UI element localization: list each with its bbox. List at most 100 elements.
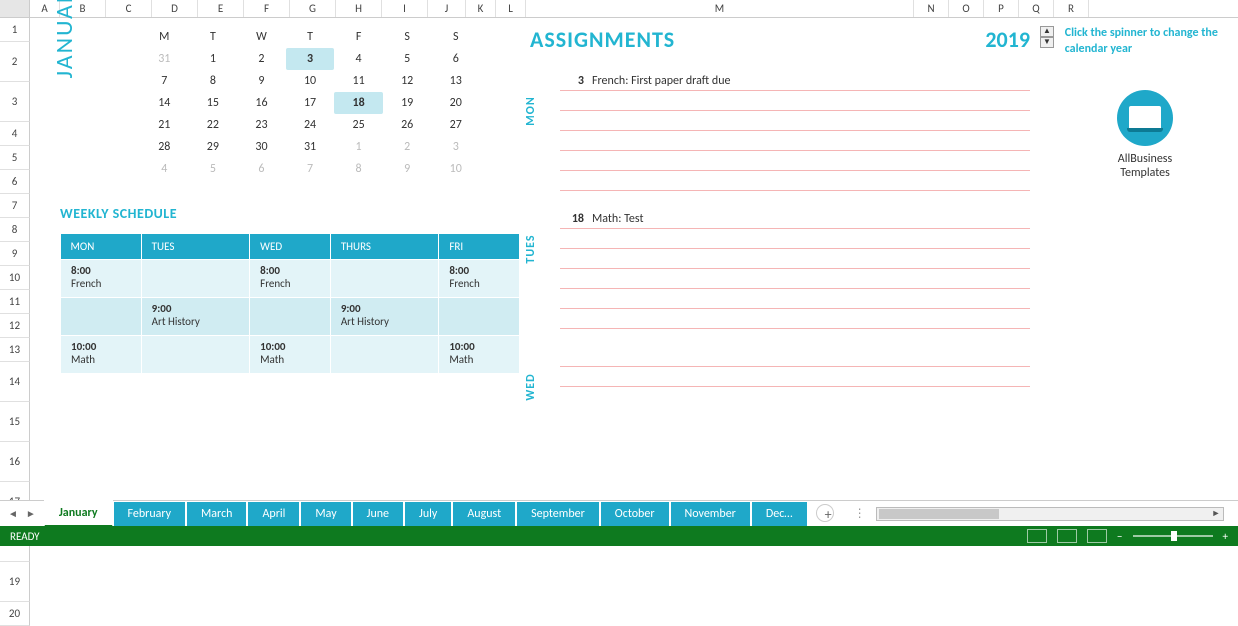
calendar-day[interactable]: 3 xyxy=(286,48,335,70)
column-header[interactable]: R xyxy=(1054,0,1089,17)
calendar-day[interactable]: 9 xyxy=(383,158,432,180)
row-header[interactable]: 5 xyxy=(0,146,30,170)
row-header[interactable]: 6 xyxy=(0,170,30,194)
ws-cell[interactable] xyxy=(250,298,331,336)
calendar-day[interactable]: 2 xyxy=(237,48,286,70)
column-header[interactable]: J xyxy=(428,0,466,17)
calendar-day[interactable]: 31 xyxy=(140,48,189,70)
calendar-day[interactable]: 8 xyxy=(334,158,383,180)
column-header[interactable]: I xyxy=(382,0,428,17)
ws-cell[interactable] xyxy=(330,260,439,298)
row-header[interactable]: 8 xyxy=(0,218,30,242)
zoom-in-icon[interactable]: + xyxy=(1223,530,1228,543)
ws-cell[interactable]: 9:00Art History xyxy=(330,298,439,336)
column-header[interactable]: H xyxy=(336,0,382,17)
row-header[interactable]: 10 xyxy=(0,266,30,290)
assignment-line[interactable] xyxy=(560,171,1030,191)
column-header[interactable]: N xyxy=(914,0,949,17)
tab-nav-buttons[interactable]: ◄ ► xyxy=(0,501,44,526)
add-sheet-button[interactable]: + xyxy=(816,504,834,522)
row-header[interactable]: 16 xyxy=(0,442,30,482)
calendar-day[interactable]: 17 xyxy=(286,92,335,114)
sheet-tab[interactable]: Dec… xyxy=(751,501,808,527)
sheet-tab[interactable]: July xyxy=(404,501,452,527)
calendar-day[interactable]: 14 xyxy=(140,92,189,114)
calendar-day[interactable]: 7 xyxy=(140,70,189,92)
column-header[interactable]: F xyxy=(244,0,290,17)
calendar-day[interactable]: 30 xyxy=(237,136,286,158)
ws-cell[interactable] xyxy=(330,336,439,374)
assignment-line[interactable]: 3French: First paper draft due xyxy=(560,71,1030,91)
assignment-line[interactable] xyxy=(560,309,1030,329)
ws-cell[interactable]: 8:00French xyxy=(61,260,142,298)
sheet-tab[interactable]: November xyxy=(670,501,751,527)
row-header[interactable]: 4 xyxy=(0,122,30,146)
assignment-line[interactable] xyxy=(560,367,1030,387)
sheet-tab[interactable]: June xyxy=(352,501,404,527)
ws-cell[interactable]: 9:00Art History xyxy=(141,298,250,336)
calendar-day[interactable]: 3 xyxy=(431,136,480,158)
calendar-day[interactable]: 31 xyxy=(286,136,335,158)
row-header[interactable]: 9 xyxy=(0,242,30,266)
row-header[interactable]: 7 xyxy=(0,194,30,218)
sheet-tab[interactable]: May xyxy=(300,501,351,527)
calendar-day[interactable]: 4 xyxy=(334,48,383,70)
calendar-day[interactable]: 4 xyxy=(140,158,189,180)
column-header[interactable]: O xyxy=(949,0,984,17)
assignment-line[interactable] xyxy=(560,131,1030,151)
calendar-day[interactable]: 22 xyxy=(189,114,238,136)
calendar-day[interactable]: 9 xyxy=(237,70,286,92)
ws-cell[interactable] xyxy=(61,298,142,336)
sheet-tab[interactable]: October xyxy=(600,501,670,527)
calendar-day[interactable]: 10 xyxy=(431,158,480,180)
assignment-line[interactable] xyxy=(560,347,1030,367)
spinner-down-icon[interactable]: ▼ xyxy=(1040,37,1054,48)
assignment-line[interactable] xyxy=(560,229,1030,249)
calendar-day[interactable]: 10 xyxy=(286,70,335,92)
view-layout-icon[interactable] xyxy=(1057,529,1077,543)
row-header[interactable]: 1 xyxy=(0,18,30,42)
row-header[interactable]: 13 xyxy=(0,338,30,362)
row-header[interactable]: 19 xyxy=(0,562,30,602)
view-normal-icon[interactable] xyxy=(1027,529,1047,543)
calendar-day[interactable]: 5 xyxy=(383,48,432,70)
ws-cell[interactable]: 8:00French xyxy=(439,260,520,298)
calendar-day[interactable]: 18 xyxy=(334,92,383,114)
calendar-day[interactable]: 20 xyxy=(431,92,480,114)
row-header[interactable]: 12 xyxy=(0,314,30,338)
tab-nav-next-icon[interactable]: ► xyxy=(26,507,36,520)
calendar-day[interactable]: 11 xyxy=(334,70,383,92)
column-header[interactable]: C xyxy=(106,0,152,17)
calendar-day[interactable]: 23 xyxy=(237,114,286,136)
calendar-day[interactable]: 28 xyxy=(140,136,189,158)
tab-nav-prev-icon[interactable]: ◄ xyxy=(8,507,18,520)
calendar-day[interactable]: 1 xyxy=(189,48,238,70)
column-header[interactable]: D xyxy=(152,0,198,17)
calendar-day[interactable]: 5 xyxy=(189,158,238,180)
sheet-tab[interactable]: April xyxy=(247,501,300,527)
calendar-day[interactable]: 13 xyxy=(431,70,480,92)
ws-cell[interactable] xyxy=(141,336,250,374)
assignment-line[interactable] xyxy=(560,151,1030,171)
ws-cell[interactable]: 10:00Math xyxy=(61,336,142,374)
calendar-day[interactable]: 15 xyxy=(189,92,238,114)
calendar-day[interactable]: 16 xyxy=(237,92,286,114)
calendar-day[interactable]: 6 xyxy=(431,48,480,70)
column-header[interactable]: G xyxy=(290,0,336,17)
assignment-line[interactable] xyxy=(560,91,1030,111)
sheet-tab[interactable]: August xyxy=(452,501,516,527)
scroll-thumb[interactable] xyxy=(879,509,999,519)
column-header[interactable]: M xyxy=(526,0,914,17)
sheet-tab[interactable]: January xyxy=(44,500,113,527)
assignment-line[interactable] xyxy=(560,289,1030,309)
calendar-day[interactable]: 21 xyxy=(140,114,189,136)
row-header[interactable]: 3 xyxy=(0,82,30,122)
sheet-tab[interactable]: February xyxy=(113,501,187,527)
calendar-day[interactable]: 6 xyxy=(237,158,286,180)
calendar-day[interactable]: 26 xyxy=(383,114,432,136)
ws-cell[interactable]: 10:00Math xyxy=(439,336,520,374)
calendar-day[interactable]: 1 xyxy=(334,136,383,158)
calendar-day[interactable]: 27 xyxy=(431,114,480,136)
scroll-right-icon[interactable]: ► xyxy=(1209,508,1223,520)
row-header[interactable]: 11 xyxy=(0,290,30,314)
